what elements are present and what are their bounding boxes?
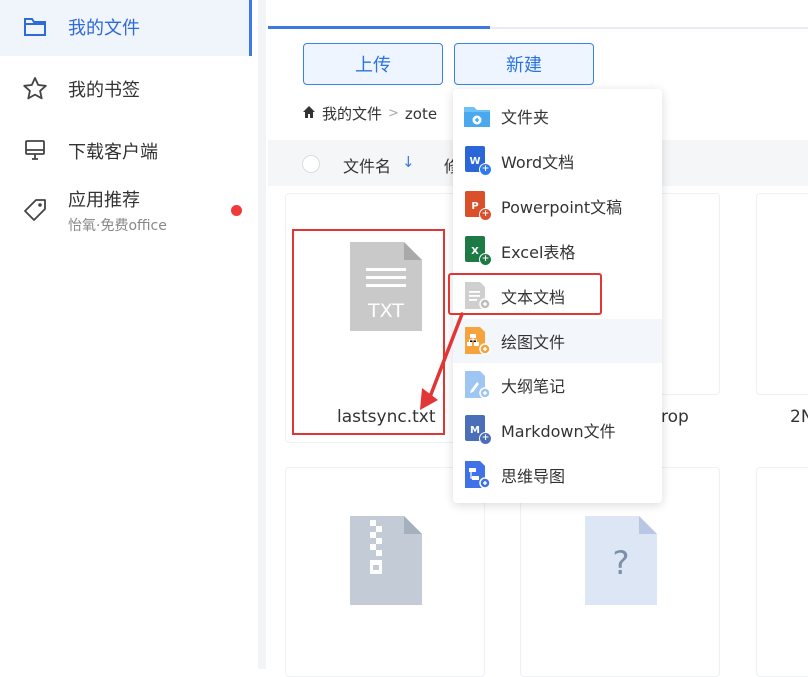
file-card-3[interactable]: 2N [756, 193, 808, 427]
menu-item-label: 文件夹 [501, 108, 550, 127]
select-all-radio[interactable] [302, 155, 320, 173]
sidebar-item-download-client[interactable]: 下载客户端 [0, 128, 252, 172]
menu-item-word[interactable]: W + Word文档 [453, 139, 662, 183]
breadcrumb-current[interactable]: zote [405, 105, 437, 123]
sidebar-item-sublabel: 怡氧·免费office [68, 218, 167, 234]
breadcrumb-home[interactable]: 我的文件 [322, 103, 382, 124]
menu-item-mindmap[interactable]: 思维导图 [453, 453, 662, 497]
menu-item-label: Powerpoint文稿 [501, 198, 623, 217]
word-icon: W + [463, 146, 492, 176]
menu-item-drawing[interactable]: 绘图文件 [453, 319, 662, 363]
menu-item-label: 绘图文件 [501, 333, 566, 352]
new-button[interactable]: 新建 [454, 43, 594, 85]
sidebar-item-label: 应用推荐 [68, 190, 140, 211]
powerpoint-icon: P + [463, 191, 492, 221]
sidebar: 我的文件 我的书签 下载客户端 应用推荐 怡氧·免费office [0, 0, 252, 669]
tag-icon [22, 197, 48, 223]
menu-item-label: Excel表格 [501, 243, 576, 262]
upload-button[interactable]: 上传 [303, 43, 443, 85]
home-icon[interactable] [302, 105, 316, 123]
file-type-label: ? [612, 544, 630, 582]
file-card-6[interactable] [756, 467, 808, 677]
tab-active-indicator [268, 26, 490, 29]
menu-item-label: Word文档 [501, 153, 575, 172]
sidebar-item-label: 我的书签 [68, 80, 140, 101]
sidebar-item-my-files[interactable]: 我的文件 [0, 0, 252, 56]
menu-item-folder[interactable]: 文件夹 [453, 94, 662, 138]
notification-dot [231, 205, 242, 216]
unknown-file-icon: ? [585, 516, 657, 605]
star-icon [22, 76, 48, 102]
mindmap-icon [463, 460, 491, 490]
monitor-icon [22, 137, 48, 163]
menu-item-label: 思维导图 [501, 467, 566, 486]
breadcrumb: 我的文件 > zote [302, 103, 437, 124]
sidebar-item-app-recommend[interactable]: 应用推荐 怡氧·免费office [0, 183, 252, 239]
file-name: rop [661, 407, 689, 427]
sort-arrow-icon[interactable]: ↓ [402, 153, 415, 171]
menu-item-markdown[interactable]: M + Markdown文件 [453, 408, 662, 452]
menu-item-label: 大纲笔记 [501, 377, 566, 396]
file-name: 2N [790, 407, 808, 427]
breadcrumb-separator: > [388, 106, 399, 121]
sidebar-divider [258, 0, 266, 669]
column-header-name[interactable]: 文件名 [343, 153, 391, 177]
zip-file-icon [350, 516, 422, 605]
sidebar-item-label: 下载客户端 [68, 142, 158, 163]
excel-icon: X + [463, 236, 492, 266]
annotation-box-menu-item [448, 273, 602, 315]
folder-plus-icon [463, 101, 491, 131]
sidebar-item-bookmarks[interactable]: 我的书签 [0, 66, 252, 110]
annotation-arrow [420, 312, 464, 410]
folder-icon [22, 14, 48, 40]
menu-item-outline-note[interactable]: 大纲笔记 [453, 363, 662, 407]
sidebar-item-label: 我的文件 [68, 18, 140, 39]
menu-item-powerpoint[interactable]: P + Powerpoint文稿 [453, 184, 662, 228]
menu-item-label: Markdown文件 [501, 422, 616, 441]
menu-item-excel[interactable]: X + Excel表格 [453, 229, 662, 273]
